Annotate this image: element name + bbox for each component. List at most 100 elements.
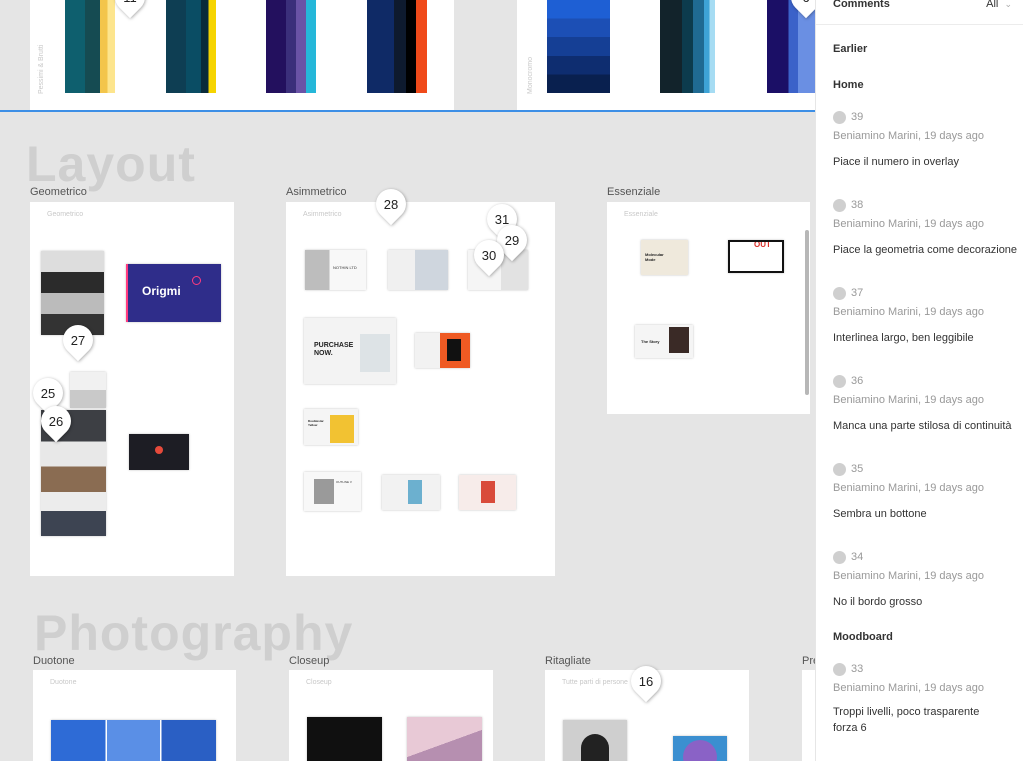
group-label-home: Home (833, 79, 864, 91)
layout-thumbnail[interactable]: NOTHIN LTD (305, 250, 366, 290)
layout-thumbnail[interactable]: PURCHASE NOW. (304, 318, 396, 384)
comment-pin-icon (833, 198, 846, 212)
layout-thumbnail[interactable]: Doublestar Yellow (304, 409, 358, 445)
comment-meta: Beniamino Marini, 19 days ago (833, 218, 985, 230)
swatch-group-3 (266, 0, 316, 93)
layout-thumbnail[interactable]: Origmi (126, 264, 221, 322)
frame-sublabel: Duotone (50, 679, 77, 686)
section-title-layout: Layout (26, 136, 196, 192)
comment-filter-dropdown[interactable]: All ⌄ (986, 0, 1012, 10)
comment-item[interactable]: 33 Beniamino Marini, 19 days ago Troppi … (833, 662, 1023, 736)
frame-sublabel: Monocromo (527, 57, 534, 94)
comment-pin[interactable]: 26 (34, 399, 78, 443)
palette-frame-left[interactable]: Pessimi & Brutti (30, 0, 454, 110)
layout-thumbnail[interactable] (129, 434, 189, 470)
comment-pin[interactable]: 27 (56, 318, 100, 362)
frame-essenziale[interactable]: Essenziale Molecular Mode OUT The Story (607, 202, 810, 414)
photo-thumbnail[interactable] (407, 717, 482, 761)
thumbnail-text: Origmi (142, 284, 181, 298)
comment-body: Interlinea largo, ben leggibile (833, 332, 974, 344)
comment-pin-icon (833, 110, 846, 124)
palette-frame-right[interactable]: Monocromo (517, 0, 815, 110)
comment-pin-icon (833, 374, 846, 388)
comment-body: No il bordo grosso (833, 596, 923, 608)
comment-meta: Beniamino Marini, 19 days ago (833, 682, 985, 694)
comment-pin[interactable]: 28 (369, 182, 413, 226)
layout-thumbnail[interactable] (415, 333, 470, 368)
frame-sublabel: Asimmetrico (303, 211, 342, 218)
comment-item[interactable]: 34 Beniamino Marini, 19 days ago No il b… (833, 550, 1023, 610)
comment-number: 34 (851, 551, 864, 563)
comment-item[interactable]: 38 Beniamino Marini, 19 days ago Piace l… (833, 198, 1023, 258)
layout-thumbnail[interactable] (382, 475, 440, 510)
layout-thumbnail[interactable]: OUT (728, 240, 784, 273)
layout-thumbnail[interactable] (459, 475, 516, 510)
selection-line (0, 110, 815, 112)
layout-thumbnail[interactable]: Molecular Mode (641, 240, 688, 275)
chevron-down-icon: ⌄ (1004, 0, 1012, 9)
swatch-group-4 (367, 0, 427, 93)
design-canvas[interactable]: Pessimi & Brutti Monocromo 11 6 Layout G… (0, 0, 815, 761)
frame-label: Ritagliate (545, 655, 591, 667)
comment-pin[interactable]: 30 (467, 233, 511, 277)
comment-number: 37 (851, 287, 864, 299)
photo-thumbnail[interactable] (307, 717, 382, 761)
frame-label: Closeup (289, 655, 330, 667)
comment-pin-icon (833, 662, 846, 676)
comment-item[interactable]: 39 Beniamino Marini, 19 days ago Piace i… (833, 110, 1023, 170)
comment-number: 38 (851, 199, 864, 211)
comment-number: 35 (851, 463, 864, 475)
frame-sublabel: Tutte parti di persone (562, 679, 628, 686)
frame-label: Duotone (33, 655, 75, 667)
comment-meta: Beniamino Marini, 19 days ago (833, 130, 985, 142)
group-label-earlier: Earlier (833, 43, 868, 55)
vertical-scrollbar[interactable] (805, 230, 809, 395)
group-label-moodboard: Moodboard (833, 631, 893, 643)
comment-number: 33 (851, 663, 864, 675)
thumbnail-text: OUT (754, 240, 771, 249)
thumbnail-text: PURCHASE NOW. (314, 342, 354, 357)
thumbnail-text: NOTHIN LTD (333, 265, 357, 270)
photo-thumbnail[interactable] (563, 720, 627, 761)
layout-thumbnail[interactable] (70, 372, 106, 408)
layout-thumbnail[interactable]: OUTLINE V (304, 472, 361, 511)
comment-item[interactable]: 35 Beniamino Marini, 19 days ago Sembra … (833, 462, 1023, 522)
comment-body: Troppi livelli, poco trasparente forza 6 (833, 706, 980, 734)
comment-meta: Beniamino Marini, 19 days ago (833, 570, 985, 582)
comment-number: 36 (851, 375, 864, 387)
comment-pin-icon (833, 550, 846, 564)
swatch-group-1 (65, 0, 115, 93)
comment-body: Piace il numero in overlay (833, 156, 959, 168)
frame-duotone[interactable]: Duotone (33, 670, 236, 761)
photo-thumbnail[interactable] (51, 720, 216, 761)
photo-thumbnail[interactable] (673, 736, 727, 761)
thumbnail-text: The Story (641, 339, 660, 344)
comment-pin[interactable]: 16 (624, 659, 668, 703)
panel-divider (816, 24, 1023, 25)
panel-title: Comments (833, 0, 890, 10)
comment-meta: Beniamino Marini, 19 days ago (833, 306, 985, 318)
comment-body: Manca una parte stilosa di continuità (833, 420, 1012, 432)
comment-item[interactable]: 37 Beniamino Marini, 19 days ago Interli… (833, 286, 1023, 346)
comment-meta: Beniamino Marini, 19 days ago (833, 394, 985, 406)
frame-partial[interactable] (802, 670, 815, 761)
section-title-photography: Photography (34, 605, 354, 661)
comment-body: Piace la geometria come decorazione (833, 244, 1018, 256)
filter-label: All (986, 0, 999, 10)
thumbnail-text: OUTLINE V (336, 480, 352, 484)
layout-thumbnail[interactable] (388, 250, 448, 290)
layout-thumbnail[interactable]: The Story (635, 325, 693, 358)
comment-number: 39 (851, 111, 864, 123)
swatch-group-5 (547, 0, 610, 93)
frame-sublabel: Pessimi & Brutti (38, 44, 45, 94)
comment-pin-icon (833, 286, 846, 300)
layout-thumbnail[interactable] (41, 251, 104, 335)
comment-body: Sembra un bottone (833, 508, 927, 520)
swatch-group-6 (660, 0, 715, 93)
comment-item[interactable]: 36 Beniamino Marini, 19 days ago Manca u… (833, 374, 1023, 434)
frame-closeup[interactable]: Closeup (289, 670, 493, 761)
frame-sublabel: Geometrico (47, 211, 84, 218)
frame-sublabel: Essenziale (624, 211, 658, 218)
frame-label: Asimmetrico (286, 186, 347, 198)
thumbnail-text: Doublestar Yellow (308, 419, 324, 427)
